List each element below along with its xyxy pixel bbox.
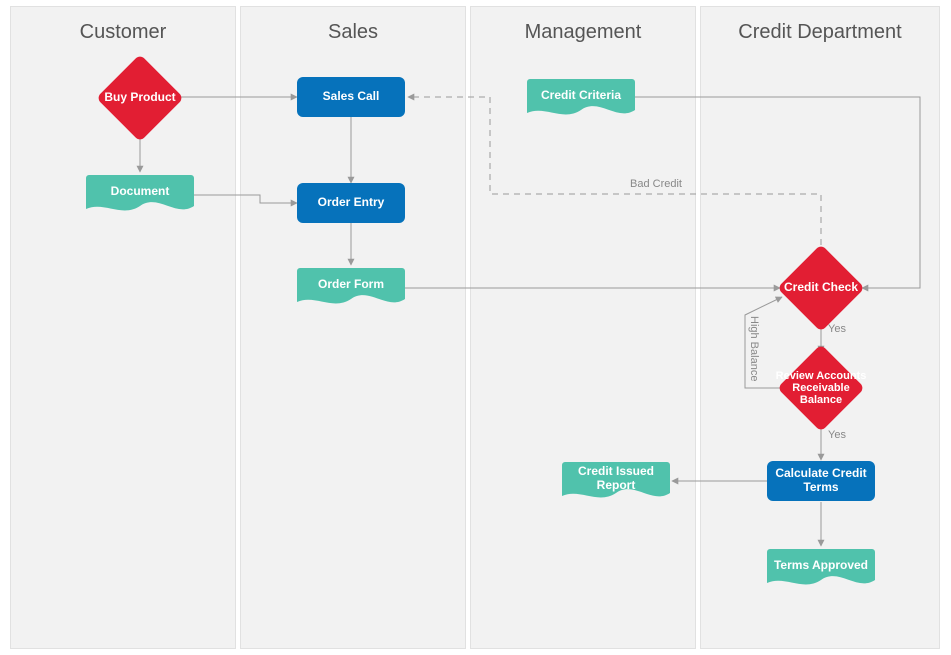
edge-label-bad-credit: Bad Credit <box>630 178 682 190</box>
node-buy-product: Buy Product <box>108 66 172 130</box>
lane-header-management: Management <box>471 7 695 54</box>
lane-header-customer: Customer <box>11 7 235 54</box>
edge-label-high-balance: High Balance <box>748 316 760 381</box>
lane-header-sales: Sales <box>241 7 465 54</box>
node-credit-criteria: Credit Criteria <box>527 77 635 119</box>
node-calculate-terms-label: Calculate Credit Terms <box>767 467 875 495</box>
node-document-label: Document <box>86 173 194 215</box>
node-credit-issued: Credit Issued Report <box>562 460 670 502</box>
node-review-balance: Review Accounts Receivable Balance <box>789 356 853 420</box>
edge-label-yes2: Yes <box>828 429 846 441</box>
swimlane-flowchart: Customer Sales Management Credit Departm… <box>0 0 951 655</box>
edge-label-yes1: Yes <box>828 323 846 335</box>
node-sales-call: Sales Call <box>297 77 405 117</box>
node-credit-check-label: Credit Check <box>773 281 869 294</box>
node-terms-approved-label: Terms Approved <box>767 547 875 589</box>
node-sales-call-label: Sales Call <box>323 90 380 104</box>
node-credit-issued-label: Credit Issued Report <box>562 460 670 502</box>
node-credit-check: Credit Check <box>789 256 853 320</box>
node-credit-criteria-label: Credit Criteria <box>527 77 635 119</box>
lane-header-credit: Credit Department <box>701 7 939 54</box>
node-order-form-label: Order Form <box>297 266 405 308</box>
node-order-entry-label: Order Entry <box>318 196 385 210</box>
node-review-balance-label: Review Accounts Receivable Balance <box>773 370 869 406</box>
node-calculate-terms: Calculate Credit Terms <box>767 461 875 501</box>
node-order-entry: Order Entry <box>297 183 405 223</box>
node-terms-approved: Terms Approved <box>767 547 875 589</box>
node-buy-product-label: Buy Product <box>92 91 188 104</box>
node-order-form: Order Form <box>297 266 405 308</box>
node-document: Document <box>86 173 194 215</box>
